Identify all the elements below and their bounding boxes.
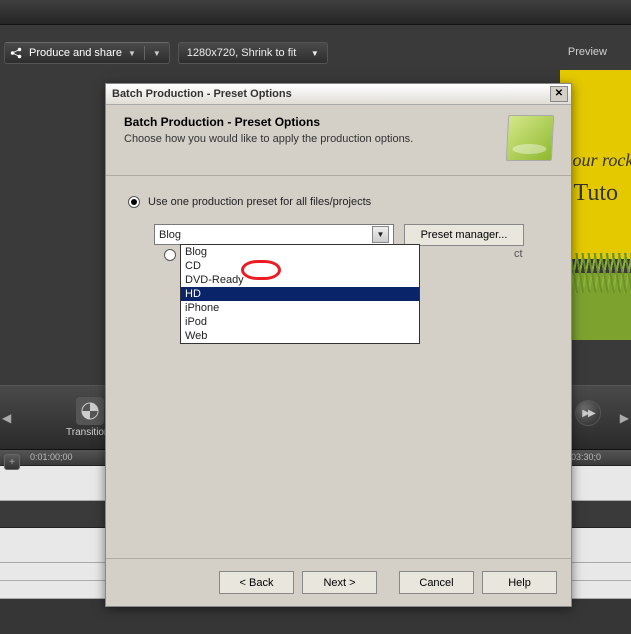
produce-share-label: Produce and share — [29, 47, 122, 59]
preset-select[interactable]: Blog ▼ — [154, 224, 394, 245]
top-band — [0, 0, 631, 25]
truncated-label: ct — [514, 248, 523, 260]
dropdown-button-icon: ▼ — [372, 226, 389, 243]
scroll-right-icon[interactable]: ▶ — [620, 411, 629, 425]
dialog-header-icon — [506, 115, 554, 161]
toolbar: Produce and share ▼ ▼ 1280x720, Shrink t… — [0, 40, 631, 66]
next-button[interactable]: Next > — [302, 571, 377, 594]
preset-dropdown-list: BlogCDDVD-ReadyHDiPhoneiPodWeb — [180, 244, 420, 344]
add-track-button[interactable]: + — [4, 454, 20, 470]
caret-down-icon: ▼ — [311, 49, 319, 58]
dialog-title: Batch Production - Preset Options — [112, 88, 292, 100]
preset-option[interactable]: DVD-Ready — [181, 273, 419, 287]
preview-label: Preview — [568, 46, 607, 58]
preset-option[interactable]: iPhone — [181, 301, 419, 315]
dialog-header: Batch Production - Preset Options Choose… — [106, 105, 571, 176]
caret-down-icon: ▼ — [128, 49, 136, 58]
preset-option[interactable]: HD — [181, 287, 419, 301]
dialog-titlebar[interactable]: Batch Production - Preset Options ✕ — [106, 84, 571, 105]
cancel-button[interactable]: Cancel — [399, 571, 474, 594]
preset-select-row: Blog ▼ Preset manager... ct BlogCDDVD-Re… — [154, 224, 549, 246]
radio-icon — [128, 196, 140, 208]
caret-down-icon: ▼ — [153, 49, 161, 58]
preset-select-value: Blog — [159, 229, 181, 241]
share-icon — [9, 46, 23, 60]
preset-option[interactable]: Web — [181, 329, 419, 343]
radio-option-1[interactable]: Use one production preset for all files/… — [128, 196, 549, 208]
dialog-batch-production: Batch Production - Preset Options ✕ Batc… — [105, 83, 572, 607]
preset-option[interactable]: iPod — [181, 315, 419, 329]
fast-forward-icon: ▶▶ — [582, 408, 593, 419]
dialog-footer: < Back Next > Cancel Help — [106, 558, 571, 606]
produce-share-button[interactable]: Produce and share ▼ ▼ — [4, 42, 170, 64]
radio-option-2[interactable] — [164, 249, 176, 261]
divider — [144, 46, 145, 60]
transitions-icon — [76, 397, 104, 425]
scroll-left-icon[interactable]: ◀ — [2, 411, 11, 425]
help-button[interactable]: Help — [482, 571, 557, 594]
dialog-header-subtitle: Choose how you would like to apply the p… — [124, 133, 413, 145]
resolution-dropdown[interactable]: 1280x720, Shrink to fit ▼ — [178, 42, 328, 64]
radio-label-1: Use one production preset for all files/… — [148, 196, 371, 208]
timecode-1: 0:01:00;00 — [30, 452, 73, 462]
back-button[interactable]: < Back — [219, 571, 294, 594]
dialog-header-title: Batch Production - Preset Options — [124, 115, 413, 129]
preset-option[interactable]: CD — [181, 259, 419, 273]
close-button[interactable]: ✕ — [550, 86, 568, 102]
preset-option[interactable]: Blog — [181, 245, 419, 259]
fast-forward-button[interactable]: ▶▶ — [575, 400, 601, 426]
dialog-body: Use one production preset for all files/… — [106, 176, 571, 266]
resolution-label: 1280x720, Shrink to fit — [187, 47, 296, 59]
preset-manager-button[interactable]: Preset manager... — [404, 224, 524, 246]
